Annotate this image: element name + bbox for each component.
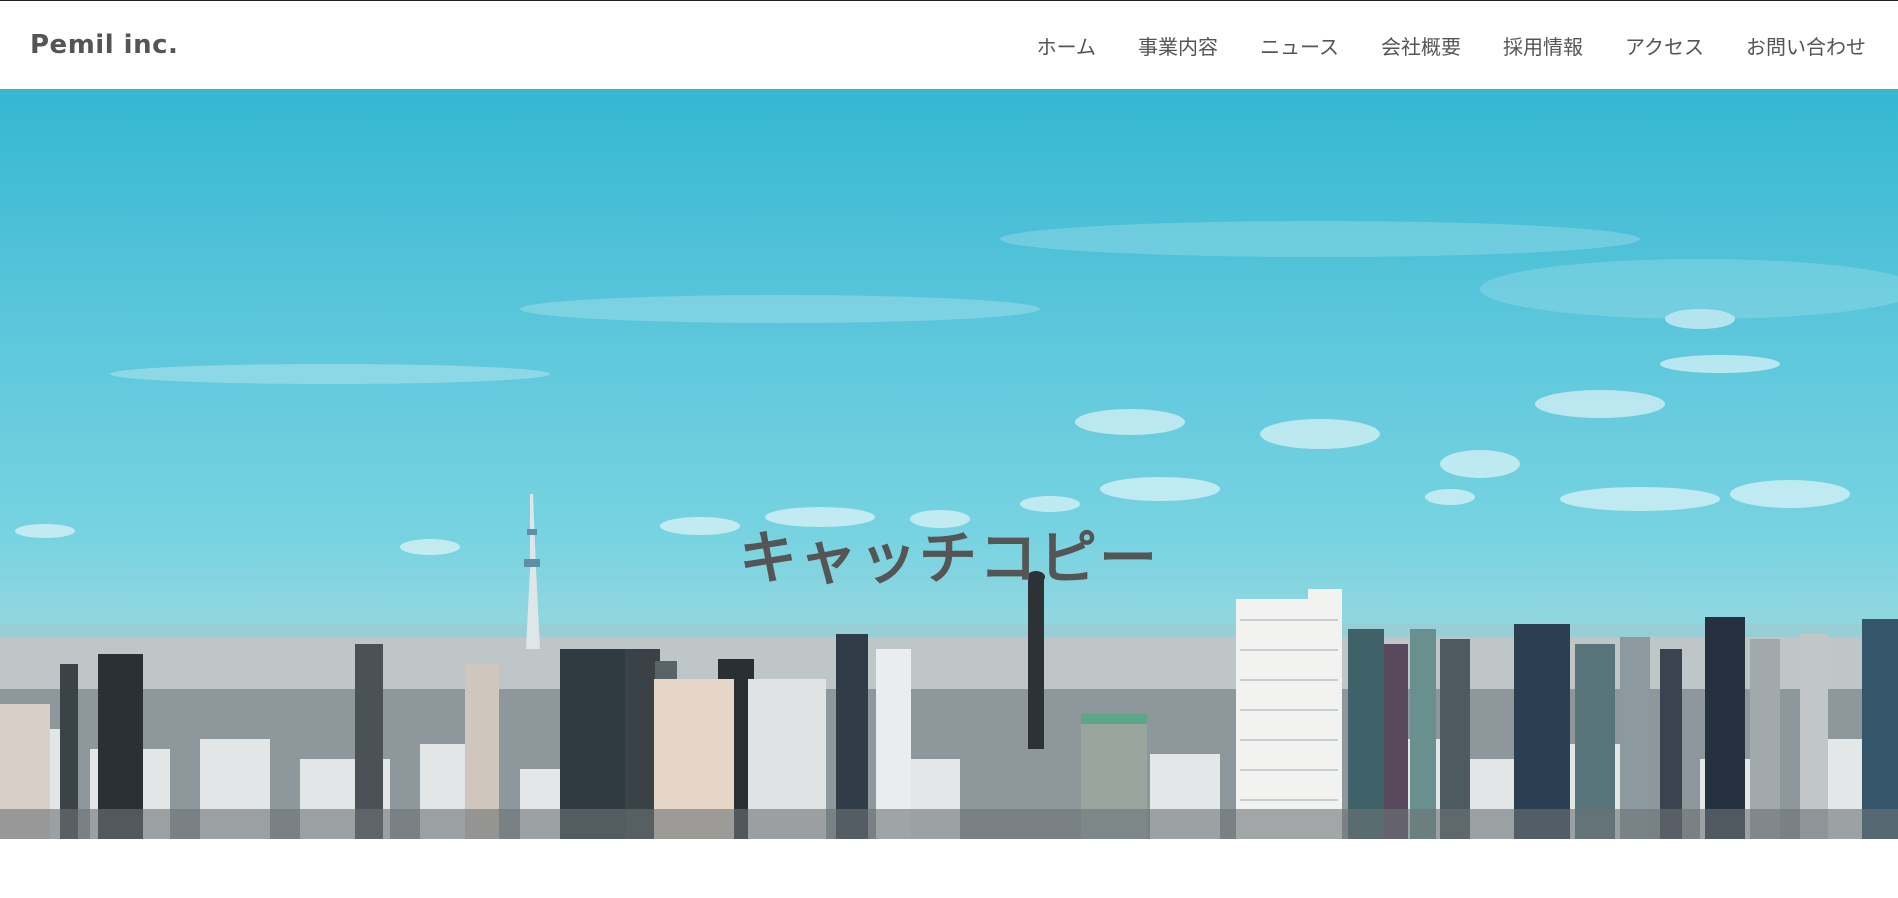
page-body-start bbox=[0, 839, 1898, 898]
city-skyline-image bbox=[0, 221, 1898, 839]
nav-item-company[interactable]: 会社概要 bbox=[1381, 31, 1461, 60]
nav-item-contact[interactable]: お問い合わせ bbox=[1746, 31, 1866, 60]
nav-item-news[interactable]: ニュース bbox=[1260, 31, 1339, 60]
nav-item-recruit[interactable]: 採用情報 bbox=[1503, 31, 1583, 60]
site-header: Pemil inc. ホーム 事業内容 ニュース 会社概要 採用情報 アクセス … bbox=[0, 1, 1898, 89]
nav-item-business[interactable]: 事業内容 bbox=[1138, 31, 1218, 60]
nav-item-home[interactable]: ホーム bbox=[1037, 31, 1096, 60]
hero-catchcopy: キャッチコピー bbox=[738, 524, 1159, 592]
nav-item-access[interactable]: アクセス bbox=[1625, 31, 1704, 60]
global-nav: ホーム 事業内容 ニュース 会社概要 採用情報 アクセス お問い合わせ bbox=[995, 31, 1866, 60]
hero-section: キャッチコピー bbox=[0, 89, 1898, 839]
clouds bbox=[15, 221, 1898, 555]
site-logo[interactable]: Pemil inc. bbox=[30, 30, 178, 60]
